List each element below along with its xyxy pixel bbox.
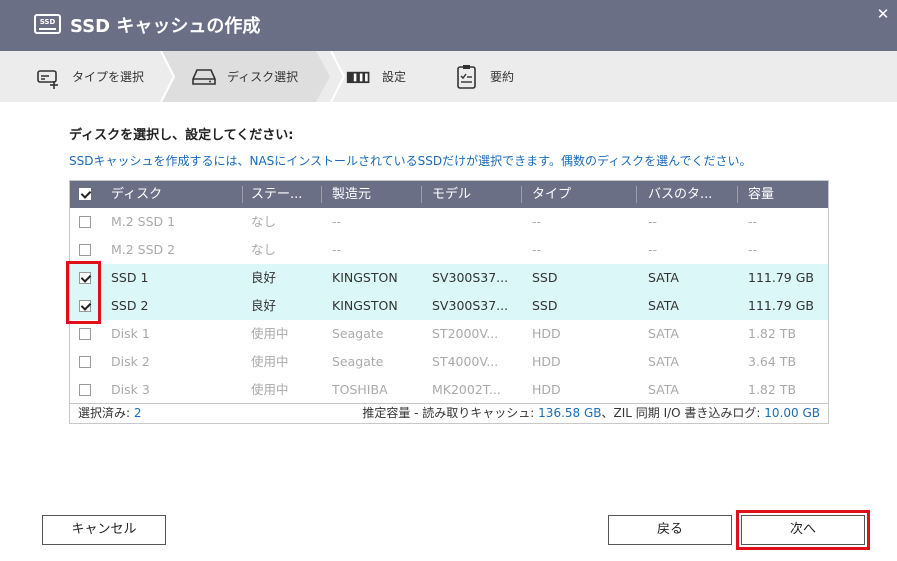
disk-status: 使用中 (251, 354, 289, 369)
step-separator (330, 51, 346, 102)
disk-model: SV300S37... (432, 298, 509, 313)
table-row[interactable]: M.2 SSD 1 なし -- -- -- -- (70, 208, 828, 236)
disk-bus: SATA (648, 326, 679, 341)
disk-status: 使用中 (251, 326, 289, 341)
table-header: ディスク ステー... 製造元 モデル タイプ バスのタ... 容量 (70, 181, 828, 208)
disk-type: SSD (532, 270, 558, 285)
disk-capacity: 111.79 GB (748, 270, 814, 285)
disk-bus: SATA (648, 298, 679, 313)
disk-type: SSD (532, 298, 558, 313)
table-row[interactable]: Disk 1 使用中 Seagate ST2000V... HDD SATA 1… (70, 320, 828, 348)
disk-capacity: -- (748, 242, 758, 257)
step-label: タイプを選択 (72, 70, 145, 84)
disk-name: M.2 SSD 2 (111, 242, 176, 257)
table-footer: 選択済み: 2 推定容量 - 読み取りキャッシュ: 136.58 GB、ZIL … (70, 403, 828, 423)
disk-type: HDD (532, 382, 561, 397)
step-select-type: タイプを選択 (36, 51, 144, 102)
settings-icon (346, 64, 372, 90)
table-row[interactable]: Disk 3 使用中 TOSHIBA MK2002T... HDD SATA 1… (70, 376, 828, 404)
disk-vendor: Seagate (332, 326, 384, 341)
step-settings: 設定 (346, 51, 406, 102)
disk-capacity: -- (748, 214, 758, 229)
annotation-highlight-checkboxes (66, 261, 101, 324)
select-all-checkbox[interactable] (79, 188, 91, 200)
column-header[interactable]: 容量 (748, 181, 774, 208)
table-row[interactable]: Disk 2 使用中 Seagate ST4000V... HDD SATA 3… (70, 348, 828, 376)
disk-bus: SATA (648, 270, 679, 285)
disk-status: 使用中 (251, 382, 289, 397)
info-text: SSDキャッシュを作成するには、NASにインストールされているSSDだけが選択で… (69, 154, 752, 168)
disk-status: なし (251, 242, 277, 257)
summary-icon (454, 64, 480, 90)
step-summary: 要約 (454, 51, 514, 102)
disk-capacity: 1.82 TB (748, 382, 797, 397)
disk-vendor: Seagate (332, 354, 384, 369)
dialog-title: SSD キャッシュの作成 (70, 16, 261, 37)
row-checkbox[interactable] (79, 356, 91, 368)
disk-bus: SATA (648, 382, 679, 397)
disk-name: Disk 1 (111, 326, 150, 341)
step-label: ディスク選択 (227, 70, 299, 84)
step-disk-select: ディスク選択 (191, 51, 298, 102)
column-header[interactable]: タイプ (532, 181, 571, 208)
disk-status: 良好 (251, 270, 277, 285)
column-header[interactable]: ステー... (251, 181, 302, 208)
step-separator (160, 51, 176, 102)
table-row[interactable]: M.2 SSD 2 なし -- -- -- -- (70, 236, 828, 264)
column-header[interactable]: バスのタ... (648, 181, 712, 208)
disk-capacity: 3.64 TB (748, 354, 797, 369)
disk-model: ST4000V... (432, 354, 499, 369)
disk-type: -- (532, 214, 542, 229)
disk-capacity: 1.82 TB (748, 326, 797, 341)
disk-name: Disk 2 (111, 354, 150, 369)
row-checkbox[interactable] (79, 328, 91, 340)
disk-vendor: TOSHIBA (332, 382, 388, 397)
selected-count: 選択済み: 2 (78, 406, 142, 420)
section-heading: ディスクを選択し、設定してください: (69, 128, 294, 143)
disk-name: M.2 SSD 1 (111, 214, 176, 229)
disk-capacity: 111.79 GB (748, 298, 814, 313)
step-label: 設定 (382, 70, 407, 84)
step-label: 要約 (490, 70, 515, 84)
annotation-highlight-next (736, 510, 870, 550)
disk-bus: -- (648, 214, 658, 229)
row-checkbox[interactable] (79, 216, 91, 228)
disk-vendor: KINGSTON (332, 270, 398, 285)
disk-model: SV300S37... (432, 270, 509, 285)
column-header[interactable]: ディスク (111, 181, 162, 208)
disk-vendor: -- (332, 214, 342, 229)
ssd-icon: SSD (34, 14, 61, 34)
column-header[interactable]: 製造元 (332, 181, 371, 208)
disk-name: SSD 2 (111, 298, 149, 313)
table-row[interactable]: SSD 1 良好 KINGSTON SV300S37... SSD SATA 1… (70, 264, 828, 292)
disk-bus: SATA (648, 354, 679, 369)
disk-status: なし (251, 214, 277, 229)
table-row[interactable]: SSD 2 良好 KINGSTON SV300S37... SSD SATA 1… (70, 292, 828, 320)
row-checkbox[interactable] (79, 244, 91, 256)
close-icon[interactable]: ✕ (873, 4, 893, 24)
type-select-icon (36, 64, 62, 90)
disk-type: -- (532, 242, 542, 257)
disk-table: ディスク ステー... 製造元 モデル タイプ バスのタ... 容量 M.2 S… (69, 180, 829, 424)
wizard-steps: タイプを選択 ディスク選択 設定 要約 (0, 51, 897, 102)
disk-vendor: -- (332, 242, 342, 257)
disk-name: SSD 1 (111, 270, 149, 285)
back-button[interactable]: 戻る (608, 515, 732, 545)
disk-type: HDD (532, 354, 561, 369)
disk-status: 良好 (251, 298, 277, 313)
disk-icon (191, 64, 217, 90)
disk-type: HDD (532, 326, 561, 341)
dialog-titlebar: SSD SSD キャッシュの作成 ✕ (0, 0, 897, 51)
disk-model: ST2000V... (432, 326, 499, 341)
disk-model: MK2002T... (432, 382, 501, 397)
column-header[interactable]: モデル (432, 181, 471, 208)
cancel-button[interactable]: キャンセル (42, 515, 166, 545)
capacity-estimate: 推定容量 - 読み取りキャッシュ: 136.58 GB、ZIL 同期 I/O 書… (362, 406, 820, 420)
disk-name: Disk 3 (111, 382, 150, 397)
row-checkbox[interactable] (79, 384, 91, 396)
disk-bus: -- (648, 242, 658, 257)
disk-vendor: KINGSTON (332, 298, 398, 313)
